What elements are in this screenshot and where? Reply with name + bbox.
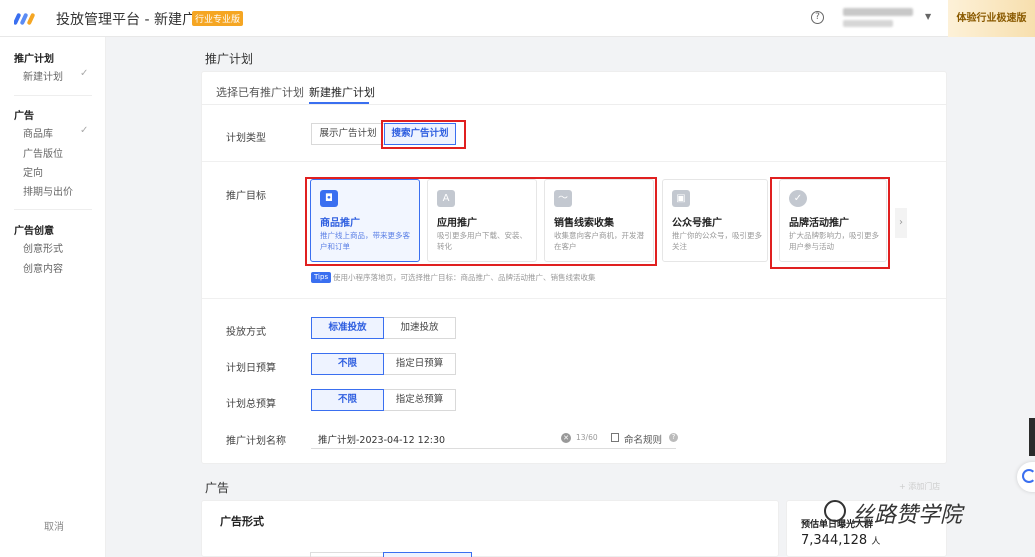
- divider: [202, 298, 946, 299]
- highlight-box: [381, 120, 466, 149]
- check-icon: ✓: [80, 125, 89, 136]
- clear-icon[interactable]: ✕: [561, 433, 571, 443]
- sidebar-item-creative-content[interactable]: 创意内容: [23, 260, 63, 275]
- add-store-button[interactable]: + 添加门店: [899, 481, 940, 492]
- tab-new-plan[interactable]: 新建推广计划: [309, 84, 375, 100]
- sidebar-item-product-library[interactable]: 商品库: [23, 125, 53, 140]
- sidebar-item-placement[interactable]: 广告版位: [23, 145, 63, 160]
- plan-name-label: 推广计划名称: [226, 436, 286, 447]
- delivery-label: 投放方式: [226, 327, 266, 338]
- ad-format-title: 广告形式: [220, 515, 264, 528]
- goal-card-desc: 推广你的公众号，吸引更多关注: [672, 231, 762, 251]
- format-option[interactable]: [310, 552, 384, 557]
- divider: [14, 95, 92, 96]
- tab-existing-plan[interactable]: 选择已有推广计划: [216, 84, 304, 100]
- sidebar: 推广计划 新建计划 ✓ 广告 商品库 ✓ 广告版位 定向 排期与出价 广告创意 …: [0, 37, 106, 557]
- option-accelerated-delivery[interactable]: 加速投放: [383, 317, 456, 339]
- watermark: 丝路赞学院: [852, 503, 963, 528]
- sidebar-section-ad: 广告: [14, 111, 34, 122]
- ad-format-card: 广告形式: [201, 500, 779, 557]
- highlight-box: [770, 177, 890, 269]
- option-total-unlimited[interactable]: 不限: [311, 389, 384, 411]
- total-budget-label: 计划总预算: [226, 399, 276, 410]
- sidebar-item-new-plan[interactable]: 新建计划: [23, 68, 63, 83]
- help-icon[interactable]: ?: [811, 11, 824, 24]
- account-name[interactable]: [843, 8, 913, 16]
- option-total-specified[interactable]: 指定总预算: [383, 389, 456, 411]
- profile-card-icon: ▣: [672, 190, 690, 207]
- support-icon: [1022, 469, 1035, 483]
- section-title-ad: 广告: [205, 481, 230, 495]
- chevron-right-icon[interactable]: ›: [895, 208, 907, 238]
- help-icon[interactable]: ?: [669, 433, 678, 442]
- divider: [14, 209, 92, 210]
- plan-name-input[interactable]: 推广计划-2023-04-12 12:30 ✕ 13/60 命名规则 ?: [311, 429, 678, 449]
- option-daily-specified[interactable]: 指定日预算: [383, 353, 456, 375]
- goal-card-official-account[interactable]: ▣ 公众号推广 推广你的公众号，吸引更多关注: [662, 179, 768, 262]
- trial-button[interactable]: 体验行业极速版: [948, 0, 1035, 37]
- tips-badge: Tips: [311, 272, 332, 283]
- estimate-value-row: 7,344,128 人: [801, 533, 880, 548]
- sidebar-section-plan: 推广计划: [14, 54, 54, 65]
- side-handle[interactable]: [1029, 418, 1035, 456]
- plan-name-value: 推广计划-2023-04-12 12:30: [318, 435, 446, 446]
- chevron-down-icon[interactable]: ▼: [925, 12, 931, 21]
- page-title: 投放管理平台 - 新建广告: [56, 12, 210, 28]
- divider: [202, 104, 946, 105]
- goal-label: 推广目标: [226, 191, 266, 202]
- char-counter: 13/60: [576, 433, 598, 442]
- rule-doc-icon[interactable]: [611, 433, 619, 442]
- format-option-selected[interactable]: [383, 552, 472, 557]
- check-icon: ✓: [80, 68, 89, 79]
- naming-rule-link[interactable]: 命名规则: [624, 432, 662, 446]
- cancel-button[interactable]: 取消: [44, 518, 64, 533]
- option-standard-delivery[interactable]: 标准投放: [311, 317, 384, 339]
- plan-type-label: 计划类型: [226, 133, 266, 144]
- section-title-plan: 推广计划: [205, 52, 254, 66]
- sidebar-item-schedule-bid[interactable]: 排期与出价: [23, 183, 73, 198]
- edition-badge: 行业专业版: [192, 11, 244, 26]
- tips-text: 使用小程序落地页，可选择推广目标：商品推广、品牌活动推广、销售线索收集: [333, 273, 596, 282]
- wechat-logo-icon: [824, 500, 846, 522]
- sidebar-item-targeting[interactable]: 定向: [23, 164, 43, 179]
- estimate-value: 7,344,128: [801, 533, 868, 548]
- plan-card: 选择已有推广计划 新建推广计划 计划类型 展示广告计划 搜索广告计划 推广目标 …: [201, 71, 947, 464]
- sidebar-item-creative-format[interactable]: 创意形式: [23, 240, 63, 255]
- divider: [202, 161, 946, 162]
- top-bar: 投放管理平台 - 新建广告 行业专业版 ? ▼ 体验行业极速版: [0, 0, 1035, 37]
- daily-budget-label: 计划日预算: [226, 363, 276, 374]
- option-display-plan[interactable]: 展示广告计划: [311, 123, 385, 145]
- option-daily-unlimited[interactable]: 不限: [311, 353, 384, 375]
- highlight-box: [305, 177, 657, 266]
- logo-icon: [14, 13, 35, 25]
- estimate-unit: 人: [871, 537, 881, 547]
- sidebar-section-creative: 广告创意: [14, 226, 54, 237]
- account-id: [843, 20, 893, 27]
- goal-card-title: 公众号推广: [672, 218, 722, 229]
- floating-support-button[interactable]: [1017, 462, 1035, 492]
